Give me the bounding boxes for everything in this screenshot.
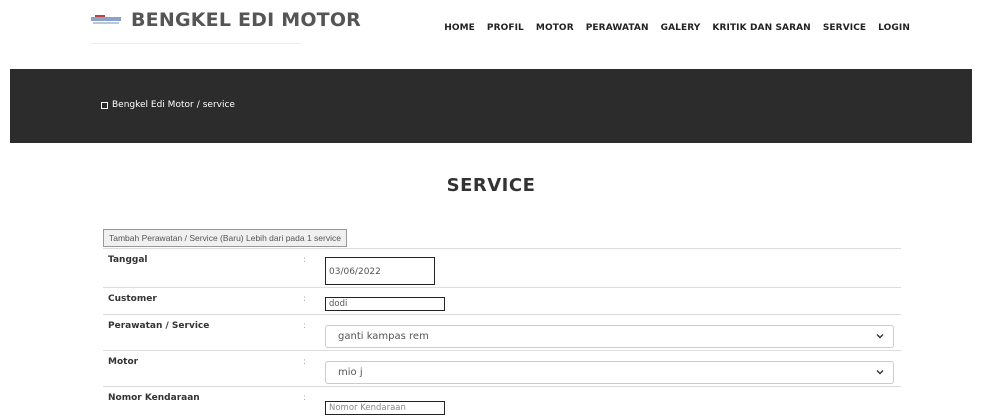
breadcrumb: Bengkel Edi Motor / service [101, 100, 235, 110]
tanggal-date-input[interactable]: 03/06/2022 [325, 257, 435, 285]
brand-logo [91, 13, 121, 27]
perawatan-select[interactable]: ganti kampas rem [325, 325, 894, 348]
perawatan-selected-value: ganti kampas rem [338, 331, 429, 342]
motor-selected-value: mio j [338, 367, 363, 378]
nav-kritik-dan-saran[interactable]: KRITIK DAN SARAN [712, 23, 810, 33]
breadcrumb-current: service [202, 100, 235, 110]
nav-login[interactable]: LOGIN [878, 23, 910, 33]
brand-title: BENGKEL EDI MOTOR [131, 9, 362, 31]
row-motor: Motor : mio j [103, 350, 901, 386]
nav-service[interactable]: SERVICE [823, 23, 866, 33]
nav-motor[interactable]: MOTOR [536, 23, 574, 33]
nomor-kendaraan-input[interactable]: Nomor Kendaraan [325, 401, 445, 415]
row-tanggal: Tanggal : 03/06/2022 [103, 248, 901, 287]
colon: : [303, 321, 307, 331]
chevron-down-icon [876, 370, 884, 375]
motor-label: Motor [108, 357, 139, 367]
customer-input[interactable]: dodi [325, 297, 445, 311]
colon: : [303, 255, 307, 265]
page-title: SERVICE [446, 175, 536, 196]
colon: : [303, 393, 307, 403]
motor-select[interactable]: mio j [325, 361, 894, 384]
nav-galery[interactable]: GALERY [661, 23, 701, 33]
chevron-down-icon [876, 334, 884, 339]
nav-perawatan[interactable]: PERAWATAN [586, 23, 649, 33]
brand-divider [91, 43, 301, 44]
colon: : [303, 357, 307, 367]
page-banner: Bengkel Edi Motor / service [10, 69, 972, 143]
tanggal-label: Tanggal [108, 255, 148, 265]
main-nav: HOME PROFIL MOTOR PERAWATAN GALERY KRITI… [444, 23, 910, 33]
row-nomor-kendaraan: Nomor Kendaraan : Nomor Kendaraan [103, 386, 901, 417]
customer-label: Customer [108, 294, 157, 304]
row-perawatan: Perawatan / Service : ganti kampas rem [103, 314, 901, 350]
perawatan-label: Perawatan / Service [108, 321, 210, 331]
site-header: BENGKEL EDI MOTOR HOME PROFIL MOTOR PERA… [0, 0, 982, 69]
row-customer: Customer : dodi [103, 287, 901, 314]
breadcrumb-separator: / [196, 100, 200, 110]
breadcrumb-home[interactable]: Bengkel Edi Motor [112, 100, 194, 110]
nav-profil[interactable]: PROFIL [487, 23, 524, 33]
nav-home[interactable]: HOME [444, 23, 475, 33]
colon: : [303, 294, 307, 304]
home-icon [101, 101, 108, 109]
nomor-kendaraan-label: Nomor Kendaraan [108, 393, 200, 403]
add-service-button[interactable]: Tambah Perawatan / Service (Baru) Lebih … [103, 229, 347, 247]
brand[interactable]: BENGKEL EDI MOTOR [91, 9, 361, 31]
